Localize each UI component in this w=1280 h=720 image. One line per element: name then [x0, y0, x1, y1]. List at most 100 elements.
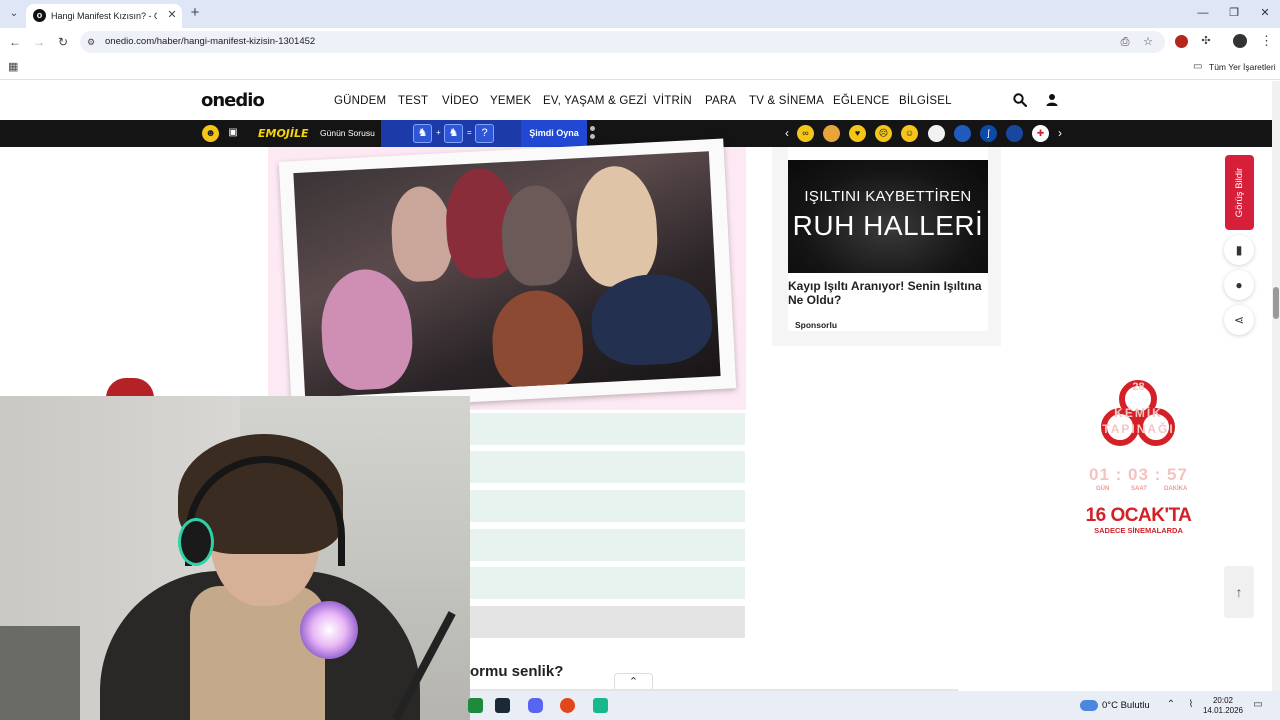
nav-gundem[interactable]: GÜNDEM: [334, 94, 386, 108]
answer-option-1[interactable]: [470, 413, 745, 445]
nav-para[interactable]: PARA: [705, 94, 736, 108]
feedback-button[interactable]: Görüş Bildir: [1225, 155, 1254, 230]
tab-search-chevron-icon[interactable]: ⌄: [6, 6, 22, 22]
webcam-person-shirt: [190, 586, 325, 720]
bookmarks-bar: ▦ ▭ Tüm Yer İşaretleri: [0, 56, 1280, 80]
new-tab-plus-icon[interactable]: +: [187, 5, 203, 21]
nav-video[interactable]: VİDEO: [442, 94, 479, 108]
emoji-smile-icon[interactable]: ☺: [901, 125, 918, 142]
emojile-brand[interactable]: EMOJİLE: [258, 125, 312, 142]
nav-ev-yasam-gezi[interactable]: EV, YAŞAM & GEZİ: [543, 94, 647, 108]
restore-icon[interactable]: ❐: [1227, 6, 1241, 20]
url-text: onedio.com/haber/hangi-manifest-kizisin-…: [105, 36, 316, 47]
close-window-icon[interactable]: ✕: [1258, 6, 1272, 20]
tab-title: Hangi Manifest Kızısın? - Onedio: [51, 11, 157, 21]
sidebar-ad-headline[interactable]: Kayıp Işıltı Aranıyor! Senin Işıltına Ne…: [788, 279, 988, 307]
headset-earcup: [178, 518, 214, 566]
answer-option-2[interactable]: [470, 451, 745, 483]
bookmark-add-icon[interactable]: ▮: [1224, 235, 1254, 265]
nav-test[interactable]: TEST: [398, 94, 428, 108]
emoji-nivea-logo-icon[interactable]: [1006, 125, 1023, 142]
emoji-plus-logo-icon[interactable]: ✚: [1032, 125, 1049, 142]
taskbar-app-teal-icon[interactable]: [593, 698, 608, 713]
install-app-icon[interactable]: ⎙: [1118, 35, 1132, 49]
movie-countdown: 01 : 03 : 57: [1089, 465, 1188, 484]
clock-date[interactable]: 14.01.2026: [1200, 706, 1246, 716]
site-info-icon[interactable]: ⚙: [87, 36, 99, 48]
back-arrow-icon[interactable]: ←: [8, 35, 22, 49]
minimize-icon[interactable]: —: [1196, 6, 1210, 20]
puzzle-answer: ?: [475, 124, 494, 143]
ad-more-icon[interactable]: [590, 126, 596, 142]
browser-toolbar: ← → ↻ ⚙ onedio.com/haber/hangi-manifest-…: [0, 28, 1280, 56]
extension-red-icon[interactable]: [1175, 35, 1188, 48]
emoji-orange-icon[interactable]: [823, 125, 840, 142]
movie-title: KEMİK TAPINAĞI: [1102, 406, 1175, 436]
network-icon[interactable]: ⌇: [1185, 699, 1197, 711]
nav-yemek[interactable]: YEMEK: [490, 94, 531, 108]
all-bookmarks-link[interactable]: Tüm Yer İşaretleri: [1209, 61, 1276, 73]
clock-time[interactable]: 20:02: [1200, 696, 1246, 706]
chevron-right-icon[interactable]: ›: [1055, 127, 1065, 139]
browser-menu-icon[interactable]: ⋮: [1260, 34, 1273, 48]
user-icon[interactable]: [1045, 93, 1059, 107]
answer-option-3[interactable]: [470, 490, 745, 522]
emoji-blue-logo-icon[interactable]: [954, 125, 971, 142]
play-now-button[interactable]: Şimdi Oyna: [521, 120, 587, 147]
page-scrollbar[interactable]: [1272, 81, 1280, 691]
apps-grid-icon[interactable]: ▦: [8, 61, 20, 73]
extensions-puzzle-icon[interactable]: ✣: [1199, 34, 1213, 48]
bookmark-star-icon[interactable]: ☆: [1141, 35, 1155, 49]
taskbar-app-green-icon[interactable]: [468, 698, 483, 713]
puzzle-plus: +: [436, 128, 441, 137]
answer-option-5[interactable]: [470, 567, 745, 599]
puzzle-equals: =: [467, 128, 472, 137]
back-to-top-arrow-icon[interactable]: ↑: [1224, 566, 1254, 618]
tab-strip: ⌄ o Hangi Manifest Kızısın? - Onedio ✕ +…: [0, 0, 1280, 28]
tab-active[interactable]: o Hangi Manifest Kızısın? - Onedio ✕: [26, 4, 182, 28]
nav-bilgisel[interactable]: BİLGİSEL: [899, 94, 952, 108]
tab-close-icon[interactable]: ✕: [165, 8, 179, 22]
answer-option-6[interactable]: [470, 606, 745, 638]
scrollbar-thumb[interactable]: [1273, 287, 1279, 319]
search-icon[interactable]: [1013, 93, 1027, 107]
share-icon[interactable]: ⋖: [1224, 305, 1254, 335]
emoji-bank-logo-icon[interactable]: ʃ: [980, 125, 997, 142]
emoji-white-logo-icon[interactable]: [928, 125, 945, 142]
next-question-heading: ormu senlik?: [470, 663, 564, 680]
nav-vitrin[interactable]: VİTRİN: [653, 94, 692, 108]
address-bar[interactable]: ⚙ onedio.com/haber/hangi-manifest-kizisi…: [80, 31, 1165, 53]
movie-ad[interactable]: 28 KEMİK TAPINAĞI 01 : 03 : 57 GÜN SAAT …: [1080, 375, 1197, 540]
feedback-label: Görüş Bildir: [1234, 167, 1245, 218]
taskbar-app-orange-icon[interactable]: [560, 698, 575, 713]
tray-chevron-up-icon[interactable]: ⌃: [1165, 699, 1177, 711]
emoji-heart-eyes-icon[interactable]: ♥: [849, 125, 866, 142]
polaroid-frame: [278, 138, 737, 412]
left-side-ad[interactable]: [106, 378, 154, 398]
reload-icon[interactable]: ↻: [56, 35, 70, 49]
notification-icon[interactable]: ▭: [1252, 699, 1264, 711]
nav-tv-sinema[interactable]: TV & SİNEMA: [749, 94, 824, 108]
movie-number: 28: [1132, 381, 1145, 393]
answer-option-4[interactable]: [470, 529, 745, 561]
chevron-left-icon[interactable]: ‹: [782, 127, 792, 139]
emoji-sad-icon[interactable]: ☹: [875, 125, 892, 142]
puzzle-piece-icon: ♞: [413, 124, 432, 143]
onedio-favicon-icon: o: [33, 9, 46, 22]
profile-avatar[interactable]: [1233, 34, 1247, 48]
ad-image-line1: IŞILTINI KAYBETTİREN: [804, 188, 972, 205]
emoji-puzzle[interactable]: ♞ + ♞ = ?: [381, 120, 521, 147]
forward-arrow-icon[interactable]: →: [32, 35, 46, 49]
movie-subtitle: SADECE SİNEMALARDA: [1094, 526, 1183, 535]
nav-eglence[interactable]: EĞLENCE: [833, 94, 889, 108]
gamepad-icon: ▣: [228, 127, 238, 138]
comments-icon[interactable]: ●: [1224, 270, 1254, 300]
microphone-icon: [300, 601, 358, 659]
sponsored-label: Sponsorlu: [795, 320, 838, 330]
onedio-logo[interactable]: onedio: [201, 90, 265, 111]
sidebar-ad-image[interactable]: IŞILTINI KAYBETTİREN RUH HALLERİ: [788, 160, 988, 273]
discord-icon[interactable]: [528, 698, 543, 713]
emoji-infinity-icon[interactable]: ∞: [797, 125, 814, 142]
steam-icon[interactable]: [495, 698, 510, 713]
weather-text[interactable]: 0°C Bulutlu: [1102, 700, 1150, 712]
